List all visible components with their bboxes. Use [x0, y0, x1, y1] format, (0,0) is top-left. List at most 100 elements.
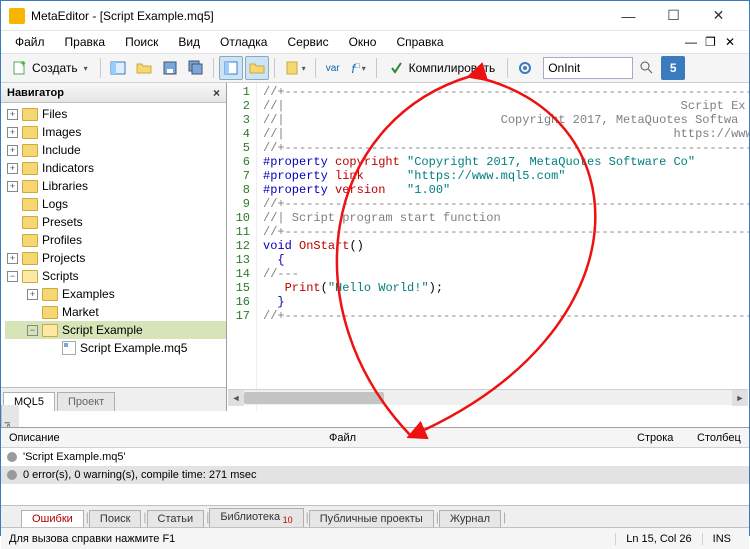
output-tabs: Ошибки | Поиск | Статьи | Библиотека 10 … [1, 505, 749, 527]
search-input[interactable] [548, 61, 628, 75]
scroll-right-icon[interactable]: ► [732, 390, 748, 406]
output-tab[interactable]: Ошибки [21, 510, 84, 527]
output-tab[interactable]: Поиск [89, 510, 141, 527]
tree-item[interactable]: + Indicators [5, 159, 226, 177]
gear-icon [517, 60, 533, 76]
output-panel: Описание Файл Строка Столбец 'Script Exa… [1, 427, 749, 527]
output-row[interactable]: 0 error(s), 0 warning(s), compile time: … [1, 466, 749, 484]
output-tab[interactable]: Библиотека 10 [209, 508, 303, 527]
scroll-left-icon[interactable]: ◄ [228, 390, 244, 406]
compile-button[interactable]: Компилировать [382, 56, 503, 80]
folder-open-icon [42, 324, 58, 337]
tree-item[interactable]: + Files [5, 105, 226, 123]
navigator-toggle-button[interactable] [106, 56, 130, 80]
tree-item[interactable]: Presets [5, 213, 226, 231]
code-editor[interactable]: 1234567891011121314151617 //+-----------… [227, 83, 749, 411]
output-text: 0 error(s), 0 warning(s), compile time: … [23, 469, 257, 481]
mdi-close-icon[interactable]: ✕ [725, 35, 739, 49]
editor-horizontal-scrollbar[interactable]: ◄ ► [228, 389, 748, 405]
col-column[interactable]: Столбец [689, 432, 749, 444]
expand-icon[interactable]: + [7, 109, 18, 120]
folder-open-icon [136, 60, 152, 76]
mdi-minimize-icon[interactable]: — [685, 35, 699, 49]
output-rows[interactable]: 'Script Example.mq5' 0 error(s), 0 warnin… [1, 448, 749, 505]
col-description[interactable]: Описание [1, 432, 321, 444]
menu-edit[interactable]: Правка [55, 33, 116, 51]
highlight-button[interactable]: 5 [661, 56, 685, 80]
search-box[interactable] [543, 57, 633, 79]
minimize-button[interactable]: — [606, 1, 651, 31]
folder-icon [22, 162, 38, 175]
close-button[interactable]: ✕ [696, 1, 741, 31]
menu-help[interactable]: Справка [386, 33, 453, 51]
status-position: Ln 15, Col 26 [615, 533, 701, 545]
nav-tab-project[interactable]: Проект [57, 392, 115, 411]
scroll-thumb[interactable] [244, 392, 384, 404]
compile-icon [389, 60, 405, 76]
folder-icon [22, 234, 38, 247]
expand-icon[interactable]: + [7, 163, 18, 174]
tree-item[interactable]: Market [5, 303, 226, 321]
search-go-button[interactable] [635, 56, 659, 80]
settings-button[interactable] [513, 56, 537, 80]
output-tab[interactable]: Журнал [439, 510, 501, 527]
expand-icon[interactable]: + [7, 253, 18, 264]
mdi-restore-icon[interactable]: ❐ [705, 35, 719, 49]
function-button[interactable]: f□ [347, 56, 371, 80]
tree-label: Indicators [42, 161, 94, 175]
col-line[interactable]: Строка [629, 432, 689, 444]
tree-item[interactable]: +Libraries [5, 177, 226, 195]
expand-icon[interactable]: + [7, 127, 18, 138]
menu-debug[interactable]: Отладка [210, 33, 277, 51]
status-insert-mode: INS [702, 533, 741, 545]
menu-search[interactable]: Поиск [115, 33, 168, 51]
menu-view[interactable]: Вид [168, 33, 210, 51]
folder-icon [249, 60, 265, 76]
panel-icon [223, 60, 239, 76]
save-all-button[interactable] [184, 56, 208, 80]
tree-item[interactable]: +Examples [5, 285, 226, 303]
tree-item[interactable]: Script Example.mq5 [5, 339, 226, 357]
output-row[interactable]: 'Script Example.mq5' [1, 448, 749, 466]
menu-service[interactable]: Сервис [277, 33, 338, 51]
tree-item[interactable]: −Scripts [5, 267, 226, 285]
expand-icon[interactable]: + [7, 145, 18, 156]
open-button[interactable] [132, 56, 156, 80]
navigator-close-icon[interactable]: × [213, 86, 220, 100]
tree-item[interactable]: −Script Example [5, 321, 226, 339]
toggle-panel2-button[interactable] [245, 56, 269, 80]
tree-item[interactable]: +Images [5, 123, 226, 141]
bullet-icon [7, 470, 17, 480]
output-tab[interactable]: Публичные проекты [309, 510, 434, 527]
tree-label: Include [42, 143, 81, 157]
maximize-button[interactable]: ☐ [651, 1, 696, 31]
code-area[interactable]: //+-------------------------------------… [257, 83, 749, 411]
tree-item[interactable]: Profiles [5, 231, 226, 249]
folder-icon [42, 306, 58, 319]
book-button[interactable] [280, 56, 310, 80]
output-tab[interactable]: Статьи [147, 510, 205, 527]
folder-icon [42, 288, 58, 301]
tree-label: Script Example.mq5 [80, 341, 187, 355]
expand-icon[interactable]: + [27, 289, 38, 300]
tree-item[interactable]: Logs [5, 195, 226, 213]
col-file[interactable]: Файл [321, 432, 629, 444]
navigator-tabs: MQL5 Проект [1, 387, 226, 411]
line-gutter: 1234567891011121314151617 [227, 83, 257, 411]
menu-window[interactable]: Окно [339, 33, 387, 51]
navigator-tree[interactable]: +Files+Images+Include+Indicators+Librari… [1, 103, 226, 387]
navigator-panel: Навигатор × +Files+Images+Include+Indica… [1, 83, 227, 411]
menu-file[interactable]: Файл [5, 33, 55, 51]
window-title: MetaEditor - [Script Example.mq5] [31, 9, 606, 23]
expand-icon[interactable]: − [27, 325, 38, 336]
tree-item[interactable]: + Include [5, 141, 226, 159]
toggle-panel1-button[interactable] [219, 56, 243, 80]
tree-item[interactable]: +Projects [5, 249, 226, 267]
expand-icon[interactable]: + [7, 181, 18, 192]
var-button[interactable]: var [321, 56, 345, 80]
create-button[interactable]: + Создать [5, 56, 95, 80]
folder-icon [22, 216, 38, 229]
tree-label: Files [42, 107, 67, 121]
save-button[interactable] [158, 56, 182, 80]
expand-icon[interactable]: − [7, 271, 18, 282]
